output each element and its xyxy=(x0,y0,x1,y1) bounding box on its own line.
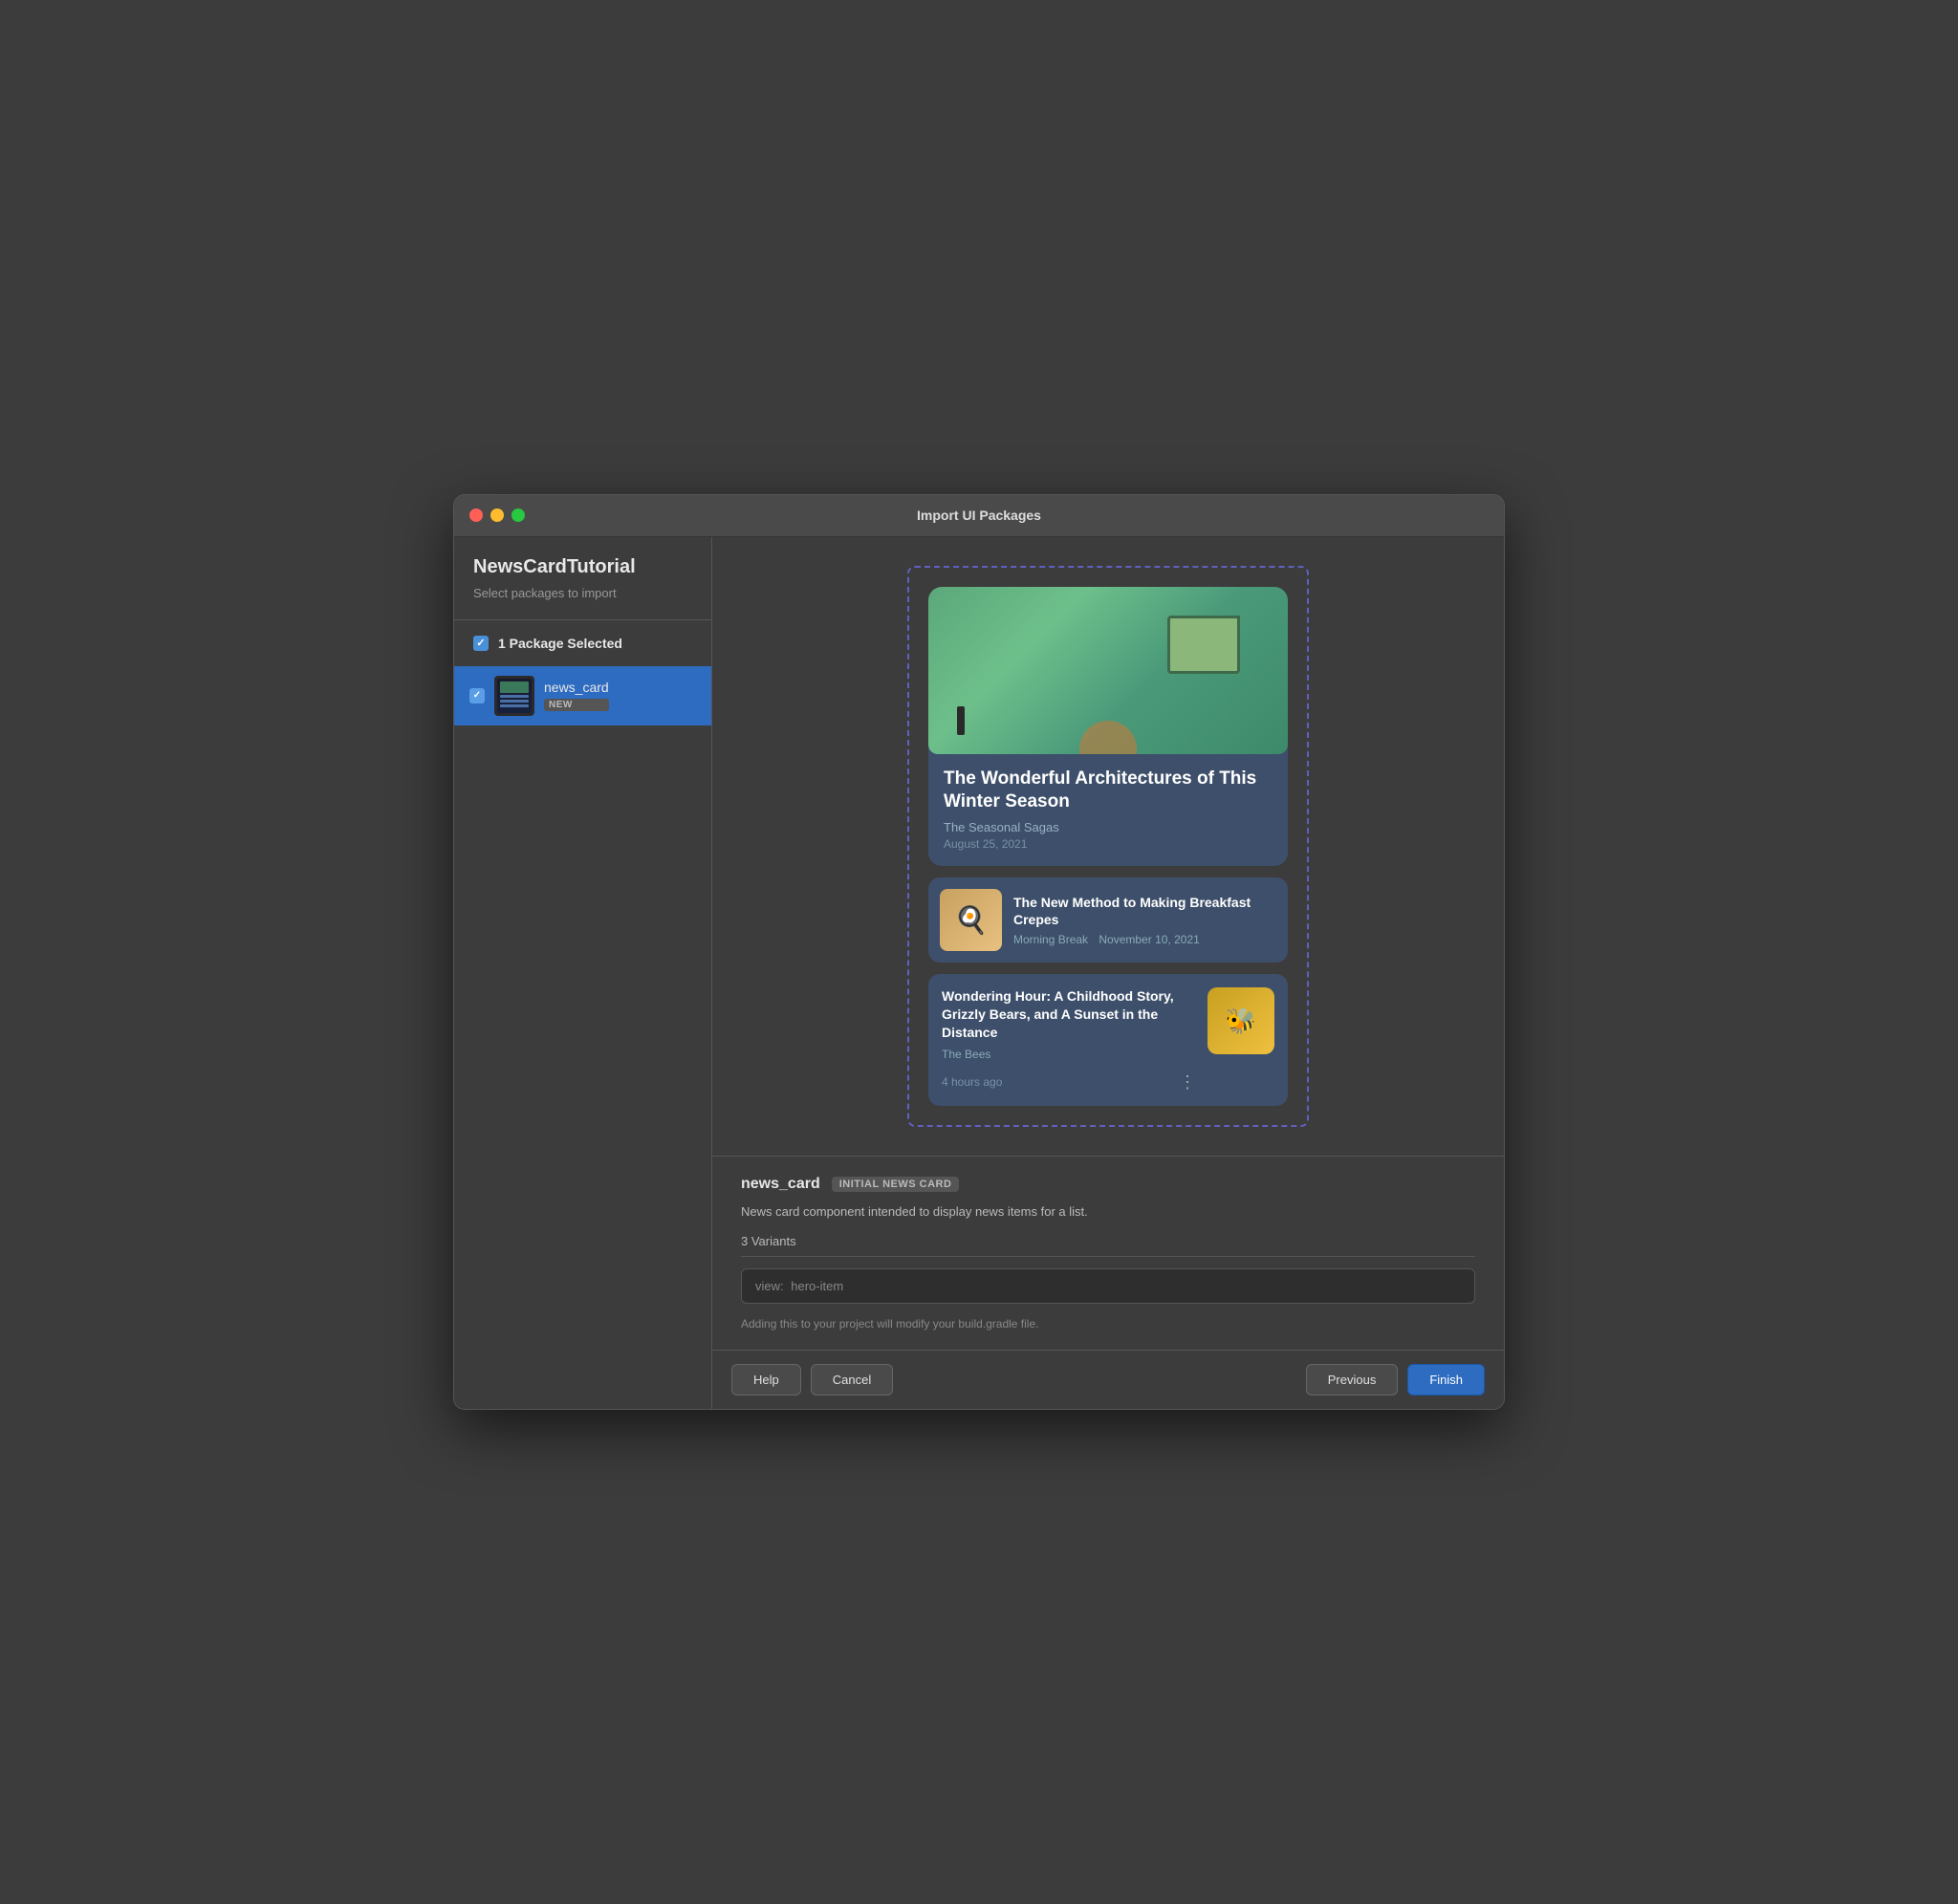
small-card-date: November 10, 2021 xyxy=(1099,933,1199,946)
hero-source: The Seasonal Sagas xyxy=(944,820,1273,834)
package-selected-row: 1 Package Selected xyxy=(454,636,711,666)
close-button[interactable] xyxy=(469,508,483,522)
package-badge: NEW xyxy=(544,699,609,711)
food-icon: 🍳 xyxy=(954,904,988,936)
details-header: news_card INITIAL NEWS CARD xyxy=(741,1176,1475,1193)
package-info: news_card NEW xyxy=(544,680,609,711)
package-selected-label: 1 Package Selected xyxy=(498,636,622,651)
main-layout: NewsCardTutorial Select packages to impo… xyxy=(454,537,1504,1410)
text-image-card-bottom: 4 hours ago ⋮ xyxy=(942,1072,1196,1093)
bee-icon: 🐝 xyxy=(1226,1006,1256,1036)
thumb-bar-3 xyxy=(500,704,529,707)
package-name: news_card xyxy=(544,680,609,695)
hero-card-content: The Wonderful Architectures of This Wint… xyxy=(928,768,1288,851)
small-card-meta: Morning Break November 10, 2021 xyxy=(1013,933,1276,946)
text-image-card: Wondering Hour: A Childhood Story, Grizz… xyxy=(928,974,1288,1106)
text-image-card-image: 🐝 xyxy=(1207,987,1274,1054)
thumb-bar-2 xyxy=(500,700,529,703)
variants-label: 3 Variants xyxy=(741,1234,1475,1257)
list-item[interactable]: news_card NEW xyxy=(454,666,711,725)
hero-card: The Wonderful Architectures of This Wint… xyxy=(928,587,1288,866)
app-window: Import UI Packages NewsCardTutorial Sele… xyxy=(453,494,1505,1411)
shutter-right xyxy=(1213,616,1240,663)
sidebar-subtitle: Select packages to import xyxy=(454,586,711,619)
variant-row: view: hero-item xyxy=(741,1268,1475,1304)
small-card-content: The New Method to Making Breakfast Crepe… xyxy=(1013,894,1276,946)
maximize-button[interactable] xyxy=(511,508,525,522)
minimize-button[interactable] xyxy=(490,508,504,522)
variant-value: hero-item xyxy=(791,1279,843,1293)
shutter-left xyxy=(1173,616,1200,663)
sidebar: NewsCardTutorial Select packages to impo… xyxy=(454,537,712,1410)
project-name: NewsCardTutorial xyxy=(454,556,711,586)
thumb-bar-1 xyxy=(500,695,529,698)
thumb-image-bar xyxy=(500,682,529,693)
small-card-image: 🍳 xyxy=(940,889,1002,951)
window-title: Import UI Packages xyxy=(917,508,1041,523)
text-image-card-title: Wondering Hour: A Childhood Story, Grizz… xyxy=(942,987,1196,1042)
gradle-note: Adding this to your project will modify … xyxy=(741,1317,1475,1331)
titlebar: Import UI Packages xyxy=(454,495,1504,537)
footer: Help Cancel Previous Finish xyxy=(712,1350,1504,1409)
cancel-button[interactable]: Cancel xyxy=(811,1364,893,1396)
text-image-card-content: Wondering Hour: A Childhood Story, Grizz… xyxy=(942,987,1196,1093)
package-thumb-inner xyxy=(497,679,532,713)
text-image-card-source: The Bees xyxy=(942,1048,1196,1061)
hero-card-image xyxy=(928,587,1288,754)
content-area: The Wonderful Architectures of This Wint… xyxy=(712,537,1504,1410)
preview-section: The Wonderful Architectures of This Wint… xyxy=(712,537,1504,1156)
details-description: News card component intended to display … xyxy=(741,1202,1475,1222)
more-icon[interactable]: ⋮ xyxy=(1179,1072,1196,1093)
package-item-checkbox[interactable] xyxy=(469,688,485,703)
text-image-card-time: 4 hours ago xyxy=(942,1075,1002,1089)
sidebar-divider xyxy=(454,619,711,620)
details-section: news_card INITIAL NEWS CARD News card co… xyxy=(712,1156,1504,1351)
window-controls xyxy=(469,508,525,522)
footer-right: Previous Finish xyxy=(1306,1364,1485,1396)
window-shutters xyxy=(1173,616,1240,668)
package-thumbnail xyxy=(494,676,534,716)
small-card-source: Morning Break xyxy=(1013,933,1088,946)
hero-title: The Wonderful Architectures of This Wint… xyxy=(944,768,1273,814)
preview-container: The Wonderful Architectures of This Wint… xyxy=(907,566,1309,1127)
finish-button[interactable]: Finish xyxy=(1407,1364,1485,1396)
arch-detail xyxy=(1079,721,1137,754)
footer-left: Help Cancel xyxy=(731,1364,893,1396)
small-card-title: The New Method to Making Breakfast Crepe… xyxy=(1013,894,1276,928)
help-button[interactable]: Help xyxy=(731,1364,801,1396)
package-selected-checkbox[interactable] xyxy=(473,636,489,651)
previous-button[interactable]: Previous xyxy=(1306,1364,1399,1396)
variant-key: view: xyxy=(755,1279,784,1293)
details-pkg-name: news_card xyxy=(741,1176,820,1193)
hero-date: August 25, 2021 xyxy=(944,837,1273,851)
details-badge: INITIAL NEWS CARD xyxy=(832,1177,960,1192)
small-card: 🍳 The New Method to Making Breakfast Cre… xyxy=(928,877,1288,963)
